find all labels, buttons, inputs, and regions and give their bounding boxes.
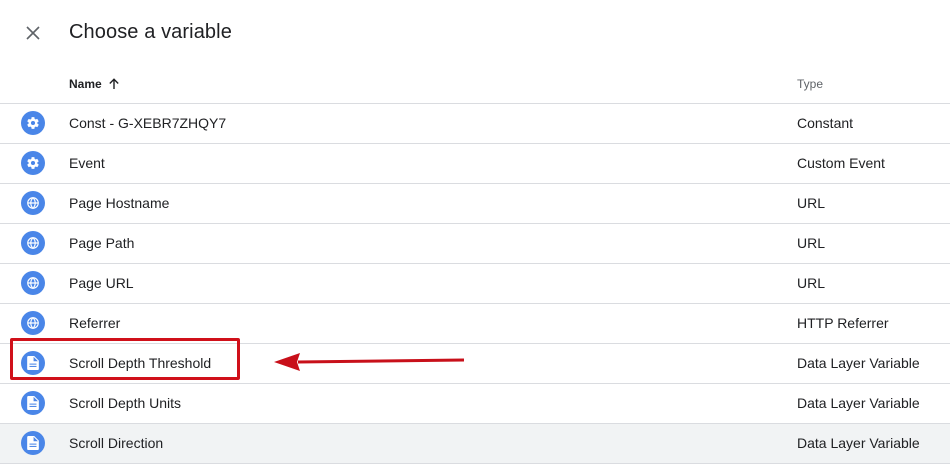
variable-row[interactable]: Scroll Depth Threshold Data Layer Variabl… (0, 344, 950, 384)
variable-type: HTTP Referrer (797, 315, 889, 331)
variable-row[interactable]: Page URL URL (0, 264, 950, 304)
variable-row[interactable]: Scroll Depth Units Data Layer Variable (0, 384, 950, 424)
variable-type: Data Layer Variable (797, 435, 920, 451)
variable-name: Const - G-XEBR7ZHQY7 (69, 115, 227, 131)
variable-name: Scroll Direction (69, 435, 164, 451)
variable-row[interactable]: Page Path URL (0, 224, 950, 264)
variable-row[interactable]: Const - G-XEBR7ZHQY7 Constant (0, 104, 950, 144)
globe-icon (21, 271, 45, 295)
variable-type: Custom Event (797, 155, 885, 171)
name-column-label: Name (69, 77, 102, 91)
variable-list: Const - G-XEBR7ZHQY7 Constant Event Custom … (0, 104, 950, 464)
arrow-up-icon (108, 78, 119, 89)
document-icon (21, 431, 45, 455)
globe-icon (21, 231, 45, 255)
variable-name: Page URL (69, 275, 134, 291)
variable-type: URL (797, 195, 826, 211)
variable-name: Page Hostname (69, 195, 170, 211)
variable-row[interactable]: Referrer HTTP Referrer (0, 304, 950, 344)
type-column-header: Type (797, 77, 824, 91)
variable-row[interactable]: Event Custom Event (0, 144, 950, 184)
variable-type: Constant (797, 115, 854, 131)
name-column-header[interactable]: Name (69, 77, 120, 91)
variable-type: Data Layer Variable (797, 355, 920, 371)
variable-name: Page Path (69, 235, 135, 251)
variable-name: Scroll Depth Threshold (69, 355, 212, 371)
globe-icon (21, 191, 45, 215)
variable-name: Event (69, 155, 105, 171)
dialog-title: Choose a variable (69, 21, 232, 43)
close-button[interactable] (22, 22, 44, 44)
table-header: Name Type (0, 66, 950, 104)
document-icon (21, 391, 45, 415)
globe-icon (21, 311, 45, 335)
variable-type: Data Layer Variable (797, 395, 920, 411)
gear-icon (21, 151, 45, 175)
document-icon (21, 351, 45, 375)
gear-icon (21, 111, 45, 135)
dialog-header: Choose a variable (0, 0, 950, 66)
close-icon (26, 26, 40, 40)
variable-row[interactable]: Scroll Direction Data Layer Variable (0, 424, 950, 464)
variable-type: URL (797, 275, 826, 291)
variable-type: URL (797, 235, 826, 251)
variable-name: Scroll Depth Units (69, 395, 182, 411)
variable-name: Referrer (69, 315, 121, 331)
variable-row[interactable]: Page Hostname URL (0, 184, 950, 224)
